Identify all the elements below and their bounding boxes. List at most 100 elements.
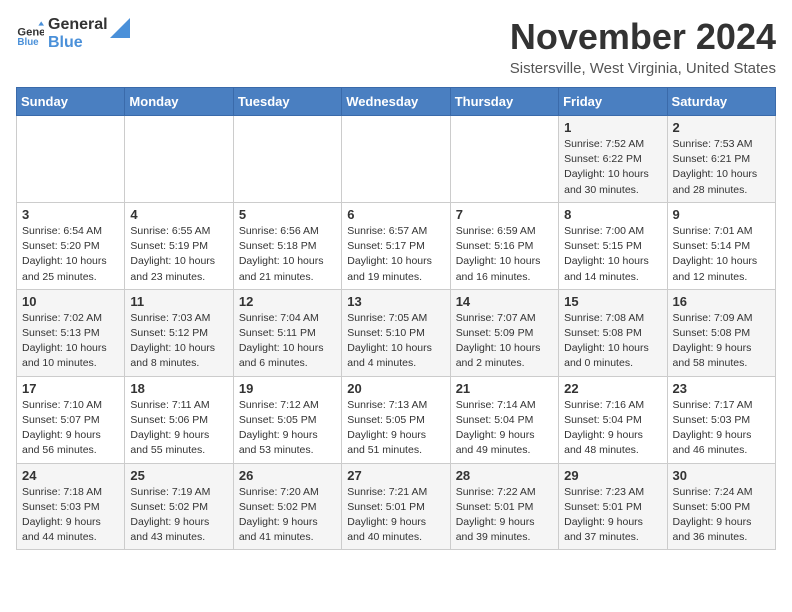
calendar-cell: 10 Sunrise: 7:02 AM Sunset: 5:13 PM Dayli… (17, 289, 125, 376)
day-number: 8 (564, 207, 661, 222)
calendar-cell: 25Sunrise: 7:19 AM Sunset: 5:02 PM Dayli… (125, 463, 233, 550)
header-cell-tuesday: Tuesday (233, 88, 341, 116)
calendar-cell (450, 116, 558, 203)
calendar-cell (342, 116, 450, 203)
day-info: Sunrise: 7:18 AM Sunset: 5:03 PM Dayligh… (22, 485, 119, 546)
day-number: 21 (456, 381, 553, 396)
day-info: Sunrise: 7:09 AM Sunset: 5:08 PM Dayligh… (673, 311, 770, 372)
day-number: 5 (239, 207, 336, 222)
calendar-week-4: 17 Sunrise: 7:10 AM Sunset: 5:07 PM Dayli… (17, 376, 776, 463)
day-info: Sunrise: 7:02 AM Sunset: 5:13 PM Dayligh… (22, 311, 119, 372)
day-info: Sunrise: 7:52 AM Sunset: 6:22 PM Dayligh… (564, 137, 661, 198)
calendar-cell: 5 Sunrise: 6:56 AM Sunset: 5:18 PM Daylig… (233, 202, 341, 289)
calendar-cell (125, 116, 233, 203)
day-info: Sunrise: 7:14 AM Sunset: 5:04 PM Dayligh… (456, 398, 553, 459)
calendar-cell: 17 Sunrise: 7:10 AM Sunset: 5:07 PM Dayli… (17, 376, 125, 463)
calendar-cell: 6 Sunrise: 6:57 AM Sunset: 5:17 PM Daylig… (342, 202, 450, 289)
calendar-week-1: 1 Sunrise: 7:52 AM Sunset: 6:22 PM Daylig… (17, 116, 776, 203)
day-info: Sunrise: 6:59 AM Sunset: 5:16 PM Dayligh… (456, 224, 553, 285)
logo: General Blue General Blue (16, 16, 130, 51)
calendar-table: SundayMondayTuesdayWednesdayThursdayFrid… (16, 87, 776, 550)
day-info: Sunrise: 6:55 AM Sunset: 5:19 PM Dayligh… (130, 224, 227, 285)
calendar-cell: 23 Sunrise: 7:17 AM Sunset: 5:03 PM Dayli… (667, 376, 775, 463)
day-number: 19 (239, 381, 336, 396)
header-cell-wednesday: Wednesday (342, 88, 450, 116)
day-info: Sunrise: 6:57 AM Sunset: 5:17 PM Dayligh… (347, 224, 444, 285)
calendar-cell: 27Sunrise: 7:21 AM Sunset: 5:01 PM Dayli… (342, 463, 450, 550)
day-number: 15 (564, 294, 661, 309)
day-info: Sunrise: 7:13 AM Sunset: 5:05 PM Dayligh… (347, 398, 444, 459)
day-number: 25 (130, 468, 227, 483)
day-info: Sunrise: 7:23 AM Sunset: 5:01 PM Dayligh… (564, 485, 661, 546)
calendar-cell: 28 Sunrise: 7:22 AM Sunset: 5:01 PM Dayli… (450, 463, 558, 550)
day-number: 1 (564, 120, 661, 135)
day-info: Sunrise: 7:11 AM Sunset: 5:06 PM Dayligh… (130, 398, 227, 459)
day-info: Sunrise: 7:12 AM Sunset: 5:05 PM Dayligh… (239, 398, 336, 459)
calendar-cell: 30 Sunrise: 7:24 AM Sunset: 5:00 PM Dayli… (667, 463, 775, 550)
day-number: 12 (239, 294, 336, 309)
month-title: November 2024 (510, 16, 776, 58)
day-info: Sunrise: 7:04 AM Sunset: 5:11 PM Dayligh… (239, 311, 336, 372)
calendar-cell: 1 Sunrise: 7:52 AM Sunset: 6:22 PM Daylig… (559, 116, 667, 203)
day-number: 2 (673, 120, 770, 135)
day-number: 28 (456, 468, 553, 483)
logo-triangle-icon (110, 18, 130, 38)
calendar-cell: 12 Sunrise: 7:04 AM Sunset: 5:11 PM Dayli… (233, 289, 341, 376)
day-info: Sunrise: 7:20 AM Sunset: 5:02 PM Dayligh… (239, 485, 336, 546)
day-number: 23 (673, 381, 770, 396)
day-number: 6 (347, 207, 444, 222)
calendar-cell (17, 116, 125, 203)
logo-general-text: General (48, 16, 108, 34)
day-number: 18 (130, 381, 227, 396)
logo-blue-text: Blue (48, 34, 108, 52)
day-number: 10 (22, 294, 119, 309)
calendar-cell: 14Sunrise: 7:07 AM Sunset: 5:09 PM Dayli… (450, 289, 558, 376)
day-number: 29 (564, 468, 661, 483)
calendar-cell (233, 116, 341, 203)
day-number: 7 (456, 207, 553, 222)
day-info: Sunrise: 7:08 AM Sunset: 5:08 PM Dayligh… (564, 311, 661, 372)
day-info: Sunrise: 7:05 AM Sunset: 5:10 PM Dayligh… (347, 311, 444, 372)
day-number: 4 (130, 207, 227, 222)
day-number: 9 (673, 207, 770, 222)
day-info: Sunrise: 7:21 AM Sunset: 5:01 PM Dayligh… (347, 485, 444, 546)
day-number: 3 (22, 207, 119, 222)
calendar-cell: 22Sunrise: 7:16 AM Sunset: 5:04 PM Dayli… (559, 376, 667, 463)
day-number: 30 (673, 468, 770, 483)
header-row: SundayMondayTuesdayWednesdayThursdayFrid… (17, 88, 776, 116)
logo-icon: General Blue (16, 20, 44, 48)
calendar-cell: 2 Sunrise: 7:53 AM Sunset: 6:21 PM Daylig… (667, 116, 775, 203)
day-number: 16 (673, 294, 770, 309)
day-info: Sunrise: 7:10 AM Sunset: 5:07 PM Dayligh… (22, 398, 119, 459)
calendar-cell: 3 Sunrise: 6:54 AM Sunset: 5:20 PM Daylig… (17, 202, 125, 289)
calendar-cell: 24 Sunrise: 7:18 AM Sunset: 5:03 PM Dayli… (17, 463, 125, 550)
day-info: Sunrise: 7:24 AM Sunset: 5:00 PM Dayligh… (673, 485, 770, 546)
header-cell-thursday: Thursday (450, 88, 558, 116)
calendar-cell: 18 Sunrise: 7:11 AM Sunset: 5:06 PM Dayli… (125, 376, 233, 463)
calendar-cell: 16 Sunrise: 7:09 AM Sunset: 5:08 PM Dayli… (667, 289, 775, 376)
day-info: Sunrise: 7:53 AM Sunset: 6:21 PM Dayligh… (673, 137, 770, 198)
day-number: 24 (22, 468, 119, 483)
calendar-cell: 21 Sunrise: 7:14 AM Sunset: 5:04 PM Dayli… (450, 376, 558, 463)
header-cell-monday: Monday (125, 88, 233, 116)
day-info: Sunrise: 7:22 AM Sunset: 5:01 PM Dayligh… (456, 485, 553, 546)
day-info: Sunrise: 6:54 AM Sunset: 5:20 PM Dayligh… (22, 224, 119, 285)
day-info: Sunrise: 7:00 AM Sunset: 5:15 PM Dayligh… (564, 224, 661, 285)
day-info: Sunrise: 7:03 AM Sunset: 5:12 PM Dayligh… (130, 311, 227, 372)
calendar-body: 1 Sunrise: 7:52 AM Sunset: 6:22 PM Daylig… (17, 116, 776, 550)
location-subtitle: Sistersville, West Virginia, United Stat… (510, 60, 776, 77)
day-info: Sunrise: 7:07 AM Sunset: 5:09 PM Dayligh… (456, 311, 553, 372)
calendar-cell: 13 Sunrise: 7:05 AM Sunset: 5:10 PM Dayli… (342, 289, 450, 376)
calendar-week-3: 10 Sunrise: 7:02 AM Sunset: 5:13 PM Dayli… (17, 289, 776, 376)
day-number: 11 (130, 294, 227, 309)
day-number: 13 (347, 294, 444, 309)
day-number: 22 (564, 381, 661, 396)
calendar-header: SundayMondayTuesdayWednesdayThursdayFrid… (17, 88, 776, 116)
day-number: 17 (22, 381, 119, 396)
day-info: Sunrise: 7:17 AM Sunset: 5:03 PM Dayligh… (673, 398, 770, 459)
day-number: 26 (239, 468, 336, 483)
calendar-cell: 7 Sunrise: 6:59 AM Sunset: 5:16 PM Daylig… (450, 202, 558, 289)
calendar-week-2: 3 Sunrise: 6:54 AM Sunset: 5:20 PM Daylig… (17, 202, 776, 289)
day-info: Sunrise: 6:56 AM Sunset: 5:18 PM Dayligh… (239, 224, 336, 285)
day-number: 20 (347, 381, 444, 396)
